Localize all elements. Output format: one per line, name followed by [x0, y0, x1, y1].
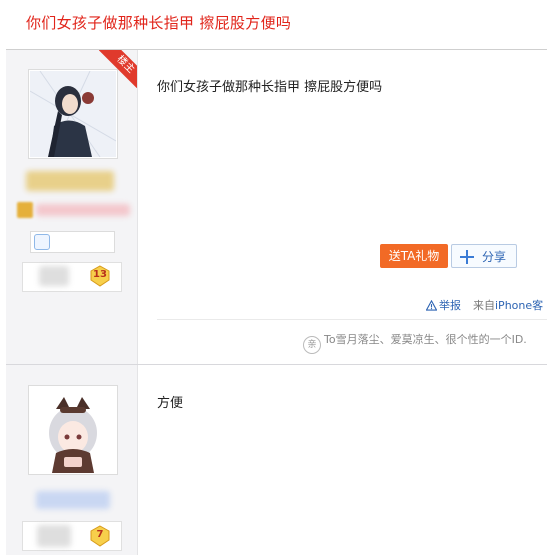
- username-redacted: [36, 491, 110, 509]
- username-redacted: [26, 171, 114, 191]
- source-prefix: 来自: [473, 299, 495, 312]
- share-button[interactable]: 分享: [451, 244, 517, 268]
- avatar-image: [30, 387, 116, 473]
- level-box[interactable]: 7: [22, 521, 122, 551]
- signature-icon: 亲: [303, 336, 321, 354]
- op-ribbon: 楼主: [99, 50, 137, 88]
- level-number: 13: [93, 269, 107, 280]
- post-source: 来自iPhone客: [473, 297, 543, 313]
- achievement-box[interactable]: [30, 231, 115, 253]
- post-separator: [6, 364, 547, 365]
- level-badge-icon: 7: [89, 525, 111, 547]
- signature-divider: [157, 319, 547, 320]
- avatar[interactable]: [28, 385, 118, 475]
- source-device-link[interactable]: iPhone客: [495, 299, 543, 312]
- vip-crown-icon: [17, 202, 33, 218]
- thread-title: 你们女孩子做那种长指甲 擦屁股方便吗: [26, 14, 292, 32]
- level-badge-icon: 13: [89, 265, 111, 287]
- post-content: 方便: [157, 396, 184, 411]
- op-badge: 楼主: [99, 50, 137, 88]
- share-plus-icon: [460, 250, 474, 264]
- forum-title-redacted: [37, 525, 71, 547]
- report-label: 举报: [439, 299, 461, 312]
- signature: 亲 To雪月落尘、爱莫凉生、很个性的一个ID.: [303, 331, 527, 354]
- signature-text: To雪月落尘、爱莫凉生、很个性的一个ID.: [324, 333, 527, 346]
- post-content: 你们女孩子做那种长指甲 擦屁股方便吗: [157, 80, 383, 95]
- share-label: 分享: [482, 250, 507, 264]
- forum-title-redacted: [39, 266, 69, 286]
- level-number: 7: [96, 529, 104, 540]
- gift-button[interactable]: 送TA礼物: [380, 244, 448, 268]
- report-link[interactable]: 举报: [426, 297, 461, 313]
- level-box[interactable]: 13: [22, 262, 122, 292]
- warning-icon: [426, 300, 437, 311]
- achievement-icon: [34, 234, 50, 250]
- vip-name-redacted: [36, 204, 130, 216]
